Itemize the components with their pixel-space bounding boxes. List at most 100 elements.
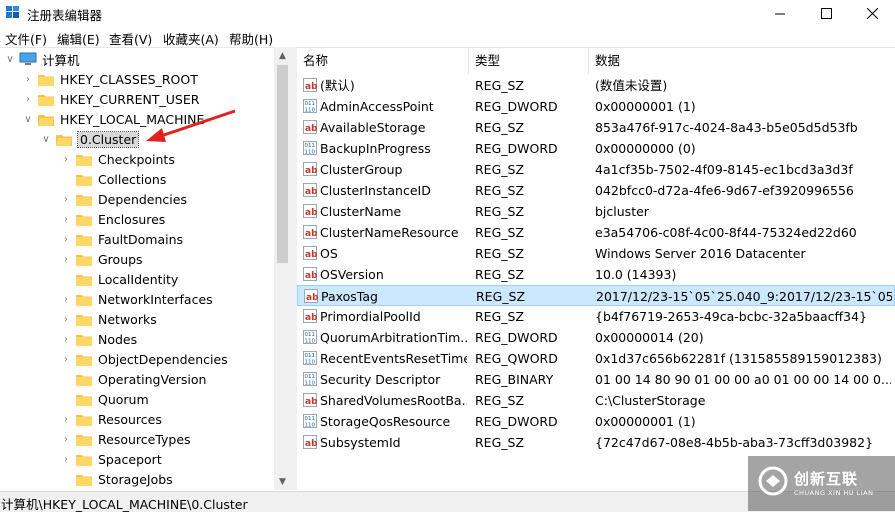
value-type: REG_SZ — [475, 162, 525, 177]
chevron-right-icon[interactable]: › — [60, 249, 72, 269]
list-item[interactable]: 011 110 AdminAccessPoint REG_DWORD 0x0000000… — [297, 96, 895, 117]
chevron-down-icon[interactable]: ∨ — [40, 129, 52, 149]
list-item[interactable]: ab SubsystemId REG_SZ {72c47d67-08e8-4b5b-a… — [297, 432, 895, 453]
tree-item-hkcr[interactable]: › HKEY_CLASSES_ROOT — [22, 69, 198, 89]
folder-icon — [76, 273, 92, 286]
chevron-right-icon[interactable]: › — [60, 349, 72, 369]
tree-item-child[interactable]: › ObjectDependencies — [60, 349, 228, 369]
tree-item-child[interactable]: OperatingVersion — [60, 369, 206, 389]
list-item[interactable]: 011 110 StorageQosResource REG_DWORD 0x00000… — [297, 411, 895, 432]
chevron-right-icon[interactable]: › — [60, 449, 72, 469]
list-item[interactable]: ab PaxosTag REG_SZ 2017/12/23-15`05`25.040_… — [297, 285, 895, 306]
svg-text:110: 110 — [305, 339, 316, 345]
tree-label: Spaceport — [98, 451, 162, 467]
scroll-down-icon[interactable]: ▼ — [274, 473, 291, 490]
value-name: RecentEventsResetTime — [320, 351, 467, 366]
tree-label: Dependencies — [98, 191, 187, 207]
list-item[interactable]: ab AvailableStorage REG_SZ 853a476f-917c-40… — [297, 117, 895, 138]
tree-item-child[interactable]: LocalIdentity — [60, 269, 178, 289]
tree-label: ResourceTypes — [98, 431, 191, 447]
tree-item-child[interactable]: › Networks — [60, 309, 157, 329]
value-list[interactable]: 名称 类型 数据 ab (默认) REG_SZ (数值未设置) 011 110 AdminA… — [297, 47, 895, 491]
tree-item-child[interactable]: › FaultDomains — [60, 229, 183, 249]
tree-item-child[interactable]: › NetworkInterfaces — [60, 289, 213, 309]
maximize-icon — [820, 7, 832, 19]
value-data: 01 00 14 80 90 01 00 00 a0 01 00 00 14 0… — [595, 372, 891, 387]
column-header-name[interactable]: 名称 — [297, 48, 469, 74]
value-name: PrimordialPoolId — [320, 309, 421, 324]
chevron-down-icon[interactable]: ∨ — [4, 49, 16, 69]
chevron-down-icon[interactable]: ∨ — [22, 109, 34, 129]
list-item[interactable]: ab ClusterName REG_SZ bjcluster — [297, 201, 895, 222]
folder-icon — [76, 453, 92, 466]
value-data: e3a54706-c08f-4c00-8f44-75324ed22d60 — [595, 225, 857, 240]
value-name: (默认) — [320, 78, 355, 93]
menu-file[interactable]: 文件(F) — [5, 29, 47, 48]
scroll-up-icon[interactable]: ▲ — [274, 47, 291, 64]
watermark-text: 创新互联 — [794, 470, 859, 488]
chevron-right-icon[interactable]: › — [22, 69, 34, 89]
list-item[interactable]: ab OS REG_SZ Windows Server 2016 Datacenter — [297, 243, 895, 264]
list-item[interactable]: ab (默认) REG_SZ (数值未设置) — [297, 75, 895, 96]
list-item[interactable]: 011 110 RecentEventsResetTime REG_QWORD 0x1d… — [297, 348, 895, 369]
computer-icon — [19, 52, 37, 65]
tree-label: 计算机 — [42, 52, 80, 68]
chevron-right-icon[interactable]: › — [60, 189, 72, 209]
chevron-right-icon[interactable]: › — [60, 309, 72, 329]
key-tree[interactable]: ∨ 计算机 › HKEY_CLASSES_ROOT › HKEY_CURRENT… — [0, 47, 291, 491]
value-name: AvailableStorage — [320, 120, 426, 135]
tree-item-child[interactable]: › Nodes — [60, 329, 137, 349]
chevron-right-icon[interactable]: › — [60, 229, 72, 249]
value-type: REG_SZ — [476, 289, 526, 304]
chevron-right-icon[interactable]: › — [22, 89, 34, 109]
list-item[interactable]: ab OSVersion REG_SZ 10.0 (14393) — [297, 264, 895, 285]
folder-icon — [76, 293, 92, 306]
chevron-right-icon[interactable]: › — [60, 409, 72, 429]
tree-label: Quorum — [98, 391, 149, 407]
list-item[interactable]: ab PrimordialPoolId REG_SZ {b4f76719-2653-4… — [297, 306, 895, 327]
tree-item-child[interactable]: › Enclosures — [60, 209, 165, 229]
tree-item-child[interactable]: StorageJobs — [60, 469, 173, 489]
svg-text:011: 011 — [305, 143, 316, 149]
value-type: REG_SZ — [475, 267, 525, 282]
chevron-right-icon[interactable]: › — [60, 209, 72, 229]
list-item[interactable]: 011 110 Security Descriptor REG_BINARY 01 00… — [297, 369, 895, 390]
menu-edit[interactable]: 编辑(E) — [57, 29, 100, 48]
tree-item-child[interactable]: › Resources — [60, 409, 162, 429]
tree-item-child[interactable]: Quorum — [60, 389, 149, 409]
chevron-right-icon[interactable]: › — [60, 289, 72, 309]
list-item[interactable]: 011 110 QuorumArbitrationTim... REG_DWORD 0x… — [297, 327, 895, 348]
tree-item-child[interactable]: Collections — [60, 169, 166, 189]
watermark: 创新互联 CHUANG XIN HU LIAN — [748, 456, 895, 511]
tree-label: Nodes — [98, 331, 138, 347]
minimize-button[interactable] — [757, 0, 803, 26]
tree-scrollbar[interactable]: ▲ ▼ — [274, 47, 291, 490]
folder-icon — [76, 173, 92, 186]
svg-text:011: 011 — [305, 332, 316, 338]
column-header-type[interactable]: 类型 — [469, 48, 589, 74]
tree-item-child[interactable]: › ResourceTypes — [60, 429, 191, 449]
tree-item-child[interactable]: › Groups — [60, 249, 143, 269]
tree-item-child[interactable]: › Dependencies — [60, 189, 187, 209]
menu-favorites[interactable]: 收藏夹(A) — [163, 29, 219, 48]
scroll-thumb[interactable] — [277, 65, 288, 263]
tree-item-0-cluster[interactable]: ∨ 0.Cluster — [40, 129, 140, 149]
value-name: StorageQosResource — [320, 414, 451, 429]
chevron-right-icon[interactable]: › — [60, 149, 72, 169]
list-item[interactable]: ab SharedVolumesRootBa... REG_SZ C:\Cluster… — [297, 390, 895, 411]
tree-item-computer[interactable]: ∨ 计算机 — [4, 49, 80, 69]
tree-item-child[interactable]: › Spaceport — [60, 449, 162, 469]
chevron-right-icon[interactable]: › — [60, 329, 72, 349]
menu-view[interactable]: 查看(V) — [109, 29, 152, 48]
menu-help[interactable]: 帮助(H) — [229, 29, 273, 48]
list-item[interactable]: ab ClusterNameResource REG_SZ e3a54706-c08f… — [297, 222, 895, 243]
maximize-button[interactable] — [803, 0, 849, 26]
chevron-right-icon[interactable]: › — [60, 429, 72, 449]
value-type: REG_SZ — [475, 393, 525, 408]
tree-item-child[interactable]: › Checkpoints — [60, 149, 175, 169]
list-item[interactable]: ab ClusterGroup REG_SZ 4a1cf35b-7502-4f09-8… — [297, 159, 895, 180]
close-button[interactable] — [849, 0, 895, 26]
column-header-data[interactable]: 数据 — [589, 48, 895, 74]
list-item[interactable]: 011 110 BackupInProgress REG_DWORD 0x0000000… — [297, 138, 895, 159]
list-item[interactable]: ab ClusterInstanceID REG_SZ 042bfcc0-d72a-4… — [297, 180, 895, 201]
